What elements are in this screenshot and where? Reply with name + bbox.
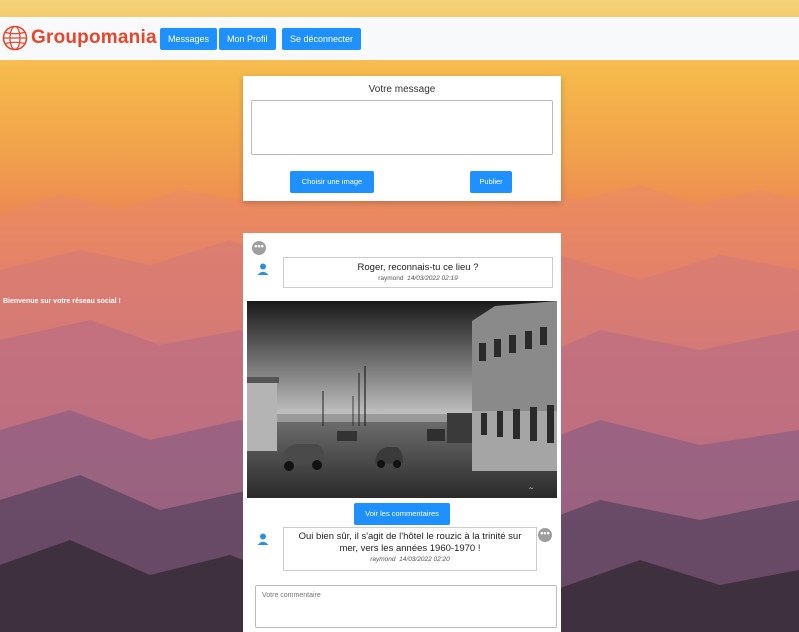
- comment-date: 14/03/2022 02:20: [399, 556, 450, 563]
- welcome-text: Bienvenue sur votre réseau social !: [3, 298, 121, 305]
- profile-button[interactable]: Mon Profil: [219, 28, 276, 50]
- top-navbar: Groupomania Messages Mon Profil Se décon…: [0, 17, 799, 60]
- messages-button[interactable]: Messages: [160, 28, 218, 50]
- new-post-card: Votre message Choisir une image Publier: [243, 76, 561, 201]
- comment-meta: raymond 14/03/2022 02:20: [290, 556, 530, 563]
- post-image[interactable]: ~: [247, 301, 557, 498]
- user-icon: [257, 263, 269, 275]
- app-name: Groupomania: [31, 27, 157, 48]
- comment-bubble: Oui bien sûr, il s'agit de l'hôtel le ro…: [283, 527, 537, 571]
- post-text: Roger, reconnais-tu ce lieu ?: [357, 262, 479, 273]
- publish-button[interactable]: Publier: [470, 171, 512, 193]
- post-author: raymond: [378, 275, 404, 282]
- composer-title: Votre message: [368, 84, 436, 95]
- message-textarea[interactable]: [251, 100, 553, 155]
- logout-button[interactable]: Se déconnecter: [282, 28, 362, 50]
- user-icon: [257, 533, 269, 545]
- globe-icon: [2, 25, 28, 51]
- app-logo[interactable]: Groupomania: [2, 25, 157, 51]
- view-comments-button[interactable]: Voir les commentaires: [354, 503, 450, 525]
- comment-author: raymond: [370, 556, 396, 563]
- comment-input[interactable]: Votre commentaire: [255, 585, 557, 628]
- comment-text: Oui bien sûr, il s'agit de l'hôtel le ro…: [298, 531, 522, 554]
- comment-options-icon[interactable]: •••: [538, 528, 552, 542]
- comment-avatar: [254, 530, 272, 548]
- post-bubble: Roger, reconnais-tu ce lieu ? raymond 14…: [283, 257, 553, 288]
- more-options-icon[interactable]: •••: [252, 241, 266, 255]
- choose-image-button[interactable]: Choisir une image: [290, 171, 374, 193]
- post-card: ••• Roger, reconnais-tu ce lieu ? raymon…: [243, 233, 561, 632]
- post-date: 14/03/2022 02:19: [407, 275, 458, 282]
- author-avatar: [254, 260, 272, 278]
- svg-text:~: ~: [529, 484, 534, 493]
- post-meta: raymond 14/03/2022 02:19: [284, 275, 552, 282]
